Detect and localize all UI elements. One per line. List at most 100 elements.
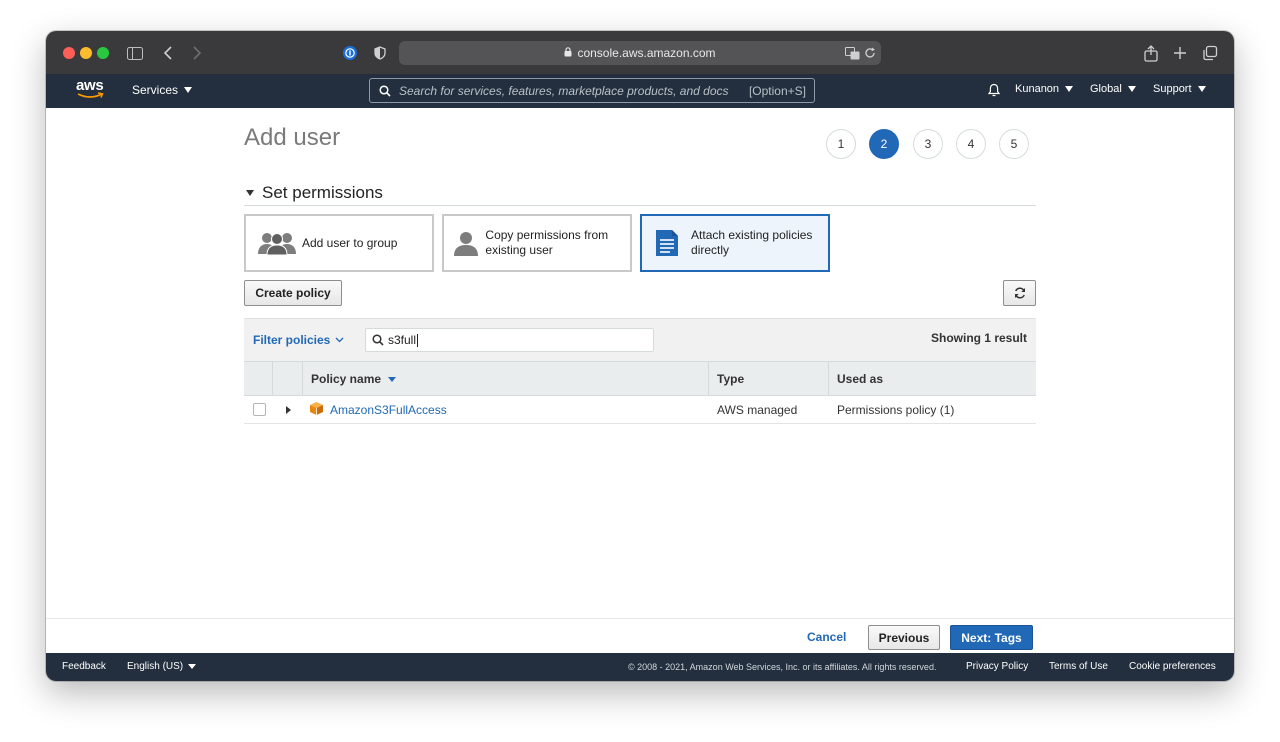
wizard-action-bar: Cancel Previous Next: Tags [46, 618, 1234, 653]
policy-name-link[interactable]: AmazonS3FullAccess [330, 403, 447, 417]
copy-permissions-option[interactable]: Copy permissions from existing user [442, 214, 632, 272]
main-content: Add user 1 2 3 4 5 Set permissions Add u… [46, 108, 1234, 618]
privacy-shield-icon[interactable] [370, 43, 390, 63]
notifications-bell-icon[interactable] [987, 83, 1001, 97]
attach-policies-option[interactable]: Attach existing policies directly [640, 214, 830, 272]
search-placeholder: Search for services, features, marketpla… [399, 83, 729, 98]
feedback-link[interactable]: Feedback [62, 661, 106, 672]
new-tab-icon[interactable] [1170, 43, 1190, 63]
reload-icon[interactable] [860, 43, 880, 63]
user-icon [450, 230, 481, 256]
zoom-window-button[interactable] [97, 47, 109, 59]
browser-window: console.aws.amazon.com aws Services Sear… [46, 31, 1234, 681]
column-label: Policy name [311, 371, 382, 386]
chevron-down-icon [1065, 86, 1074, 92]
aws-logo-text: aws [76, 77, 104, 94]
option-label: Add user to group [302, 235, 398, 250]
tab-overview-icon[interactable] [1200, 43, 1220, 63]
policy-search-input[interactable]: s3full [365, 328, 654, 352]
support-label: Support [1153, 83, 1192, 95]
search-value: s3full [388, 333, 417, 347]
password-manager-icon[interactable] [340, 43, 360, 63]
policy-name-column-header[interactable]: Policy name [302, 362, 708, 395]
sort-desc-icon [388, 377, 397, 382]
aws-logo[interactable]: aws [76, 77, 106, 103]
divider [244, 205, 1036, 206]
back-icon[interactable] [158, 43, 178, 63]
url-text: console.aws.amazon.com [577, 46, 716, 60]
services-label: Services [132, 83, 179, 97]
language-label: English (US) [127, 661, 184, 672]
option-label: Copy permissions from existing user [485, 228, 609, 257]
address-bar[interactable]: console.aws.amazon.com [399, 41, 881, 65]
search-shortcut: [Option+S] [748, 83, 806, 98]
cookie-preferences-link[interactable]: Cookie preferences [1129, 661, 1216, 672]
policy-type: AWS managed [717, 403, 798, 417]
option-label: Attach existing policies directly [691, 228, 813, 257]
region-menu[interactable]: Global [1090, 83, 1136, 95]
chevron-down-icon [188, 664, 197, 669]
chevron-down-icon [1127, 86, 1136, 92]
add-user-to-group-option[interactable]: Add user to group [244, 214, 434, 272]
aws-top-nav: aws Services Search for services, featur… [46, 74, 1234, 108]
wizard-step-4[interactable]: 4 [956, 129, 986, 159]
chevron-down-icon [335, 337, 344, 343]
chevron-down-icon [184, 87, 193, 93]
lock-icon [564, 46, 572, 60]
create-policy-button[interactable]: Create policy [244, 280, 342, 306]
refresh-button[interactable] [1003, 280, 1036, 306]
language-selector[interactable]: English (US) [127, 661, 197, 672]
filter-label: Filter policies [253, 333, 331, 347]
cancel-button[interactable]: Cancel [807, 630, 846, 644]
text-cursor [417, 333, 419, 347]
next-tags-button[interactable]: Next: Tags [950, 625, 1033, 650]
result-count: Showing 1 result [930, 331, 1027, 345]
group-icon [252, 230, 302, 256]
wizard-step-1[interactable]: 1 [826, 129, 856, 159]
region-label: Global [1090, 83, 1122, 95]
browser-titlebar: console.aws.amazon.com [46, 31, 1234, 74]
account-label: Kunanon [1015, 83, 1060, 95]
privacy-policy-link[interactable]: Privacy Policy [966, 661, 1028, 672]
section-title: Set permissions [262, 183, 383, 202]
document-icon [648, 228, 685, 258]
forward-icon[interactable] [187, 43, 207, 63]
column-label: Used as [837, 371, 884, 386]
filter-policies-dropdown[interactable]: Filter policies [253, 333, 344, 347]
console-footer: Feedback English (US) © 2008 - 2021, Ama… [46, 653, 1234, 681]
refresh-icon [1014, 287, 1025, 299]
copyright-text: © 2008 - 2021, Amazon Web Services, Inc.… [628, 662, 937, 672]
type-column-header[interactable]: Type [708, 362, 828, 395]
expand-column-header [272, 362, 302, 395]
account-menu[interactable]: Kunanon [1015, 83, 1074, 95]
close-window-button[interactable] [63, 47, 75, 59]
table-header: Policy name Type Used as [244, 361, 1036, 396]
share-icon[interactable] [1141, 43, 1161, 63]
services-menu[interactable]: Services [132, 83, 193, 97]
wizard-step-3[interactable]: 3 [913, 129, 943, 159]
caret-down-icon [246, 190, 254, 196]
filter-bar: Filter policies s3full Showing 1 result [244, 318, 1036, 361]
sidebar-toggle-icon[interactable] [125, 43, 145, 63]
support-menu[interactable]: Support [1153, 83, 1206, 95]
aws-search-input[interactable]: Search for services, features, marketpla… [369, 78, 815, 103]
expand-row-icon[interactable] [286, 406, 291, 414]
set-permissions-toggle[interactable]: Set permissions [246, 183, 383, 203]
search-icon [372, 334, 384, 346]
minimize-window-button[interactable] [80, 47, 92, 59]
search-icon [379, 84, 391, 97]
wizard-step-5[interactable]: 5 [999, 129, 1029, 159]
previous-button[interactable]: Previous [868, 625, 940, 650]
page-title: Add user [244, 124, 341, 151]
translate-icon[interactable] [842, 43, 862, 63]
row-checkbox[interactable] [253, 403, 266, 416]
used-as-column-header[interactable]: Used as [828, 362, 1036, 395]
policy-used-as: Permissions policy (1) [837, 403, 955, 417]
column-label: Type [717, 371, 745, 386]
aws-smile-icon [77, 92, 104, 98]
terms-of-use-link[interactable]: Terms of Use [1049, 661, 1108, 672]
chevron-down-icon [1197, 86, 1206, 92]
wizard-step-2[interactable]: 2 [869, 129, 899, 159]
policy-cube-icon [309, 401, 324, 419]
table-row: AmazonS3FullAccess AWS managed Permissio… [244, 396, 1036, 424]
